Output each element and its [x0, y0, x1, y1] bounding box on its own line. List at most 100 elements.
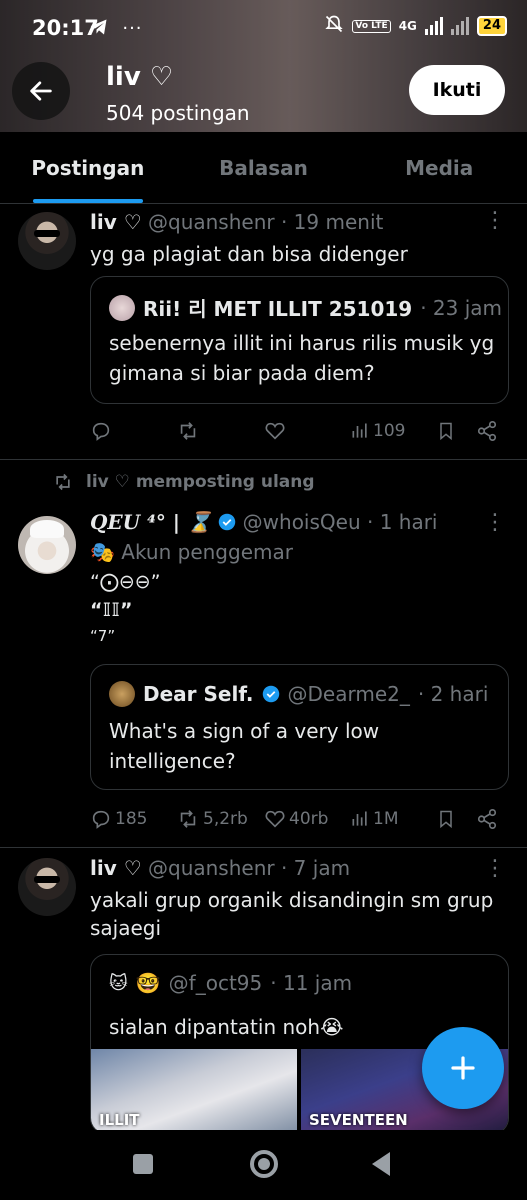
- quoted-post[interactable]: Dear Self. @Dearme2_ · 2 hari What's a s…: [90, 664, 509, 790]
- reply-count: 185: [115, 809, 148, 829]
- repost-label: liv ♡ memposting ulang: [86, 472, 315, 492]
- author-name[interactable]: liv ♡: [90, 210, 142, 234]
- views-count: 1M: [373, 809, 399, 829]
- views-icon: [352, 423, 367, 438]
- fan-account-text: Akun penggemar: [121, 540, 293, 564]
- compose-button[interactable]: [422, 1027, 504, 1109]
- quoted-author-name: 🤓: [135, 971, 161, 995]
- more-options-icon[interactable]: ⋮: [484, 510, 506, 535]
- mute-icon: [324, 14, 344, 38]
- post-actions: 109: [90, 416, 510, 446]
- post-text-line: “⨀⊖⊖”: [90, 571, 161, 593]
- more-options-icon[interactable]: ⋮: [484, 856, 506, 881]
- quoted-avatar: [109, 681, 135, 707]
- profile-name: liv ♡: [106, 62, 174, 92]
- repost-button[interactable]: [176, 420, 200, 442]
- plus-icon: [451, 1056, 475, 1080]
- home-button[interactable]: [250, 1150, 278, 1178]
- post-meta: liv ♡ @quanshenr · 19 menit: [90, 210, 383, 234]
- mask-icon: 🎭: [90, 540, 115, 564]
- bookmark-button[interactable]: [436, 808, 456, 830]
- like-button[interactable]: 40rb: [264, 808, 328, 830]
- arrow-left-icon: [30, 81, 52, 101]
- share-button[interactable]: [476, 420, 498, 442]
- post-text-line: “7”: [90, 627, 116, 645]
- quoted-text: sialan dipantatin noh😭: [109, 1015, 344, 1039]
- quoted-meta: Rii! 리 MET ILLIT 251019 · 23 jam: [109, 293, 502, 322]
- tab-posts[interactable]: Postingan: [0, 132, 176, 203]
- post-item[interactable]: liv ♡ memposting ulang 𝑸𝑬𝑼 ⁴° | ⌛ @whois…: [0, 460, 527, 848]
- profile-tabs: Postingan Balasan Media: [0, 132, 527, 204]
- quoted-text-line: sebenernya illit ini harus rilis musik y…: [109, 331, 495, 355]
- quoted-handle: @Dearme2_: [287, 682, 410, 706]
- more-options-icon[interactable]: ⋮: [484, 208, 506, 233]
- reply-button[interactable]: 185: [90, 808, 147, 830]
- battery-icon: 24: [476, 16, 507, 36]
- avatar[interactable]: [18, 516, 76, 574]
- reply-button[interactable]: [90, 420, 112, 442]
- signal-icon-2: [450, 17, 469, 35]
- back-button[interactable]: [12, 62, 70, 120]
- quoted-meta: 🐱 🤓 @f_oct95 · 11 jam: [109, 971, 352, 995]
- tab-replies[interactable]: Balasan: [176, 132, 352, 203]
- post-time: · 1 hari: [366, 510, 438, 534]
- media-label: ILLIT: [99, 1111, 140, 1129]
- quoted-time: · 23 jam: [420, 295, 503, 320]
- repost-button[interactable]: 5,2rb: [176, 808, 248, 830]
- quoted-time: · 11 jam: [270, 971, 353, 995]
- follow-button[interactable]: Ikuti: [409, 65, 505, 115]
- post-meta: liv ♡ @quanshenr · 7 jam: [90, 856, 350, 880]
- media-thumbnail[interactable]: ILLIT: [91, 1049, 297, 1133]
- system-back-button[interactable]: [372, 1152, 390, 1176]
- share-icon: [477, 421, 497, 441]
- telegram-icon: ···: [88, 15, 143, 39]
- avatar[interactable]: [18, 858, 76, 916]
- system-navigation-bar: [0, 1130, 527, 1200]
- verified-badge-icon: [262, 685, 279, 703]
- post-text-line: yakali grup organik disandingin sm grup: [90, 888, 494, 912]
- avatar[interactable]: [18, 212, 76, 270]
- verified-badge-icon: [219, 513, 236, 531]
- repost-icon: [180, 422, 196, 440]
- views-button[interactable]: 1M: [350, 809, 398, 829]
- quoted-handle: @f_oct95: [168, 971, 263, 995]
- bookmark-icon: [440, 810, 452, 829]
- repost-count: 5,2rb: [203, 809, 248, 829]
- views-icon: [352, 811, 367, 826]
- media-label: SEVENTEEN: [309, 1111, 408, 1129]
- tab-media[interactable]: Media: [351, 132, 527, 203]
- like-button[interactable]: [264, 420, 286, 442]
- quoted-author-name: Rii! 리 MET ILLIT 251019: [143, 297, 413, 321]
- bookmark-button[interactable]: [436, 420, 456, 442]
- post-count: 504 postingan: [106, 101, 250, 125]
- views-button[interactable]: 109: [350, 421, 405, 441]
- quoted-text-line: What's a sign of a very low: [109, 719, 380, 743]
- post-time: · 7 jam: [280, 856, 351, 880]
- repost-icon: [56, 473, 70, 491]
- quoted-meta: Dear Self. @Dearme2_ · 2 hari: [109, 681, 488, 707]
- author-handle: @quanshenr: [148, 210, 275, 234]
- post-meta: 𝑸𝑬𝑼 ⁴° | ⌛ @whoisQeu · 1 hari: [90, 510, 438, 534]
- post-text: yg ga plagiat dan bisa didenger: [90, 242, 408, 266]
- post-item[interactable]: liv ♡ @quanshenr · 19 menit ⋮ yg ga plag…: [0, 204, 527, 460]
- quoted-post[interactable]: Rii! 리 MET ILLIT 251019 · 23 jam sebener…: [90, 276, 509, 404]
- author-name[interactable]: 𝑸𝑬𝑼 ⁴° | ⌛: [90, 510, 212, 534]
- share-button[interactable]: [476, 808, 498, 830]
- repost-icon: [180, 810, 196, 828]
- quoted-author-name: Dear Self.: [143, 682, 254, 706]
- network-label: 4G: [398, 19, 417, 33]
- quoted-text-line: gimana si biar pada diem?: [109, 361, 375, 385]
- views-count: 109: [373, 421, 406, 441]
- author-handle: @whoisQeu: [242, 510, 361, 534]
- fan-account-label: 🎭 Akun penggemar: [90, 538, 293, 566]
- recent-apps-button[interactable]: [133, 1154, 153, 1174]
- reply-icon: [92, 810, 110, 829]
- reply-icon: [92, 422, 110, 441]
- author-name[interactable]: liv ♡: [90, 856, 142, 880]
- author-handle: @quanshenr: [148, 856, 275, 880]
- quoted-text-line: intelligence?: [109, 749, 236, 773]
- bookmark-icon: [440, 422, 452, 441]
- quoted-time: · 2 hari: [417, 682, 489, 706]
- like-count: 40rb: [289, 809, 329, 829]
- post-actions: 185 5,2rb 40rb 1M: [90, 804, 510, 834]
